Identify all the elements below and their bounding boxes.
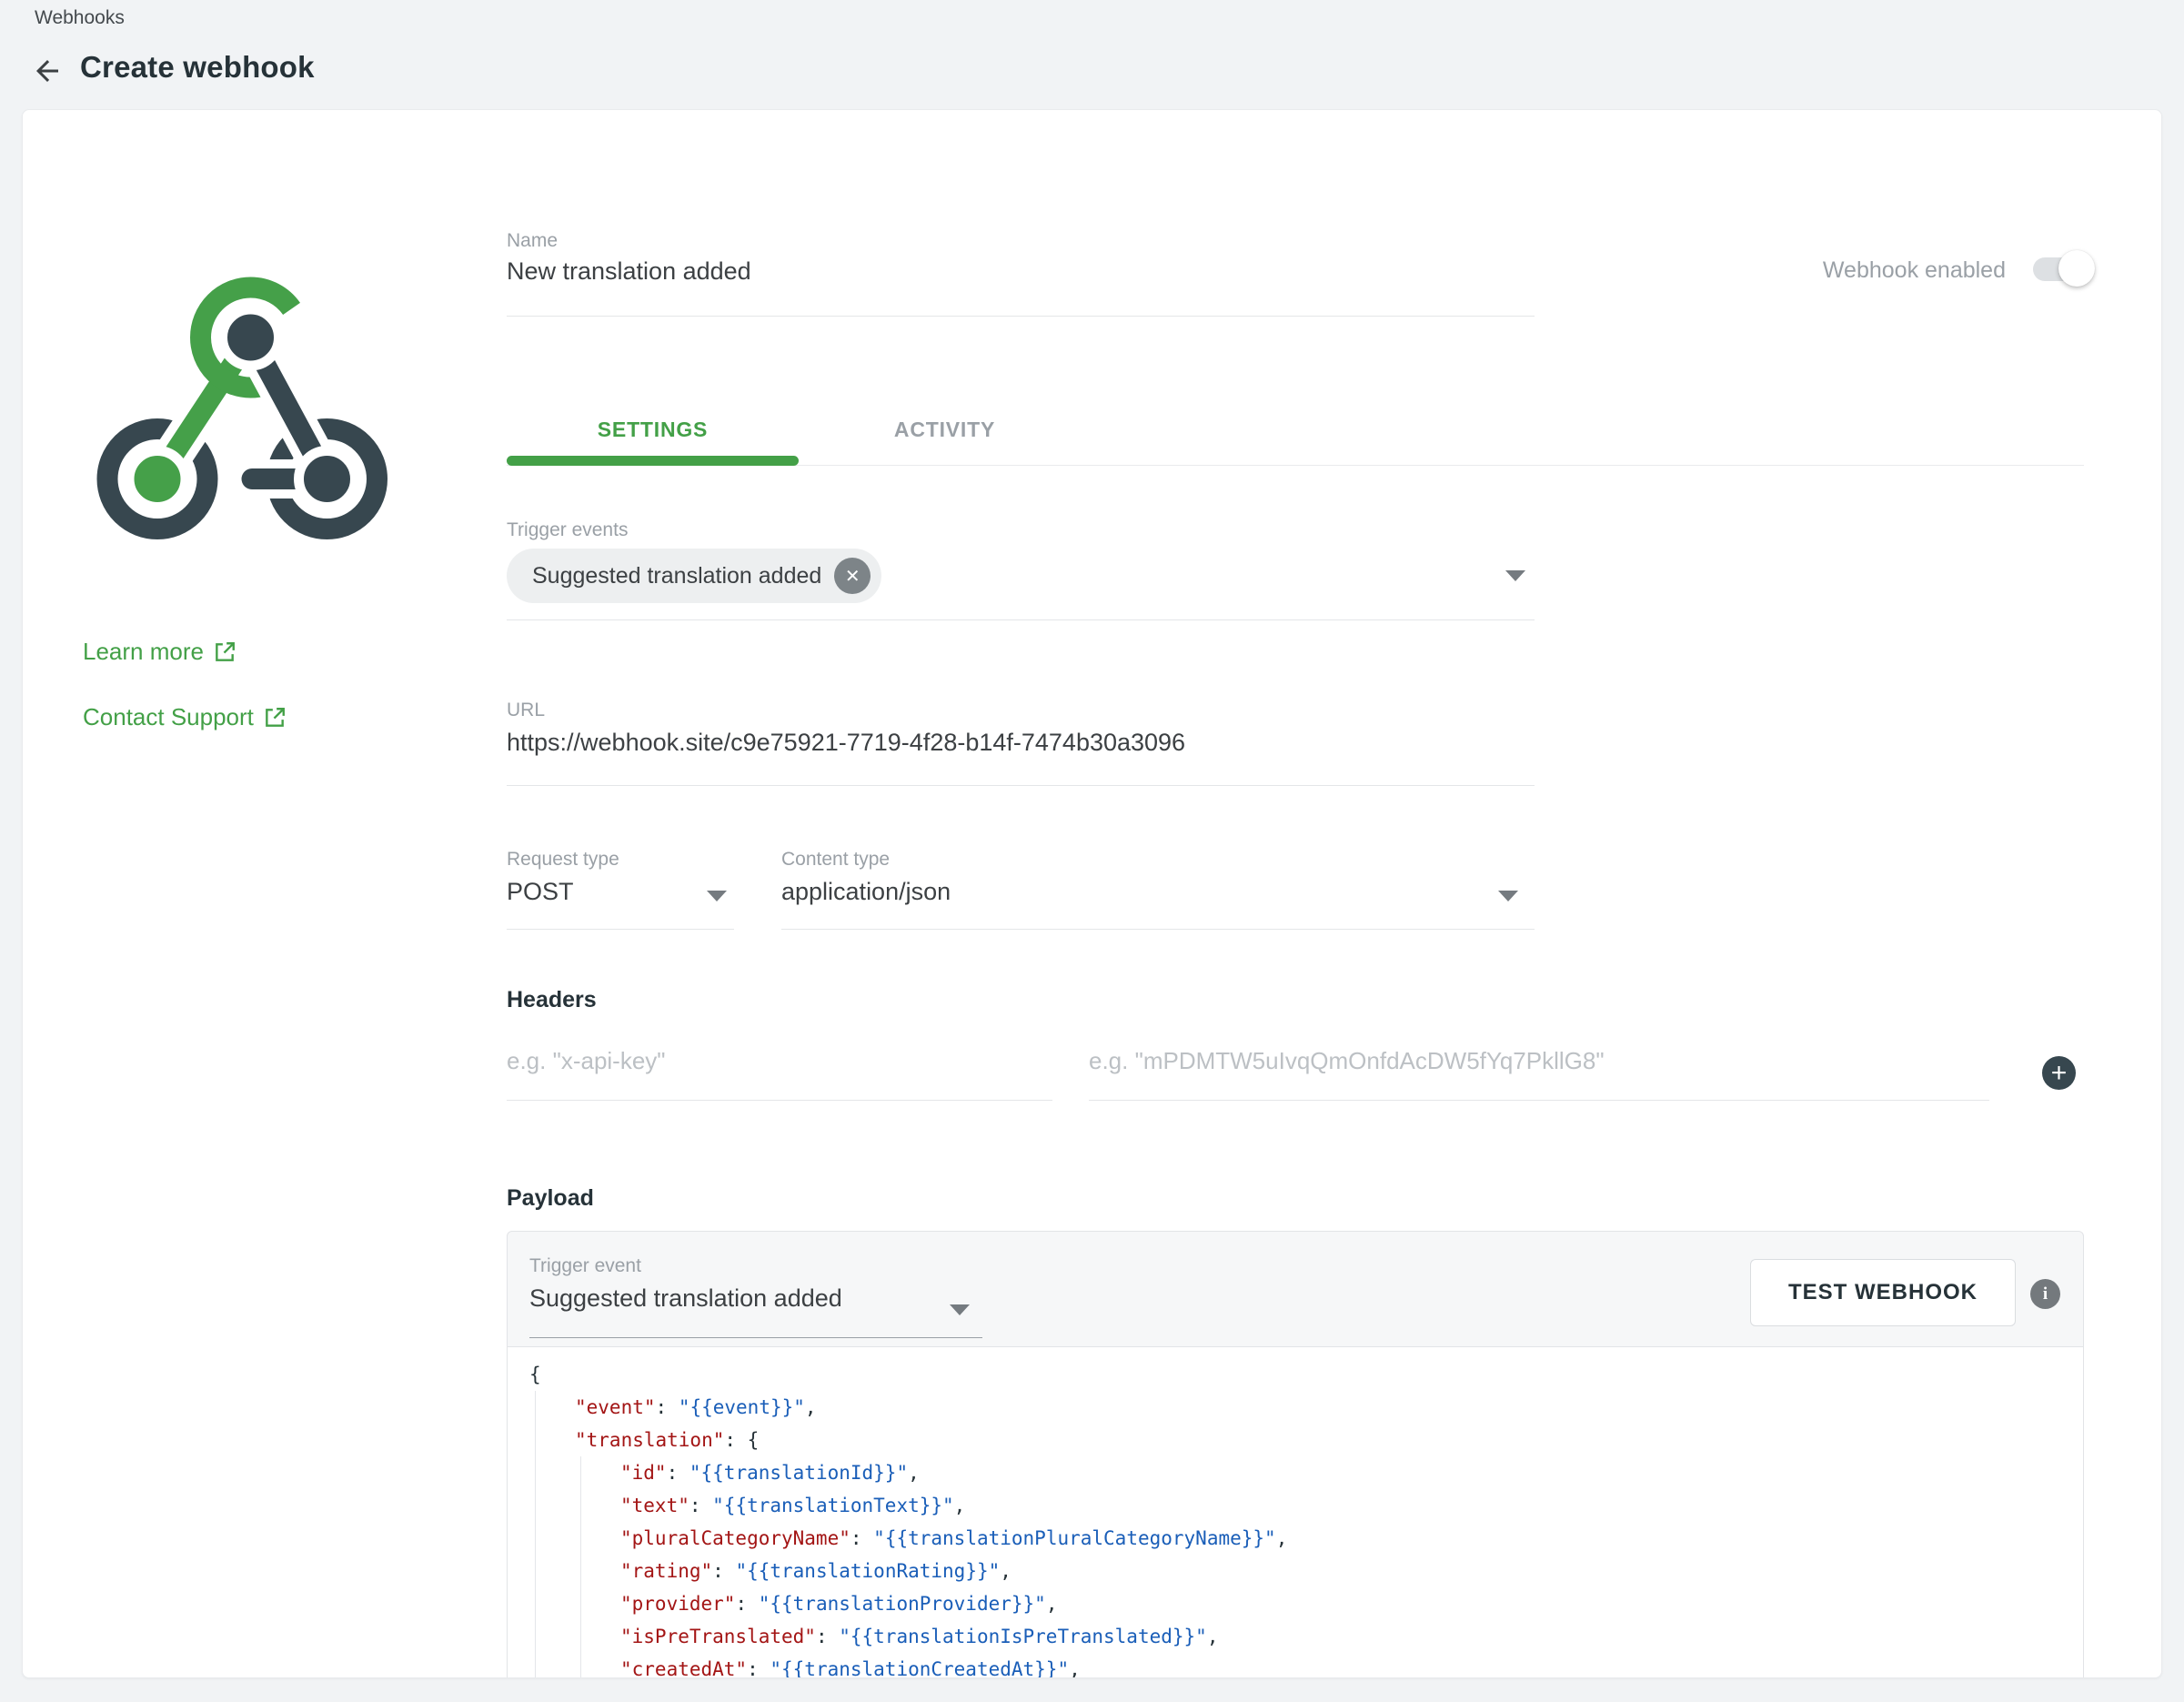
test-webhook-button[interactable]: TEST WEBHOOK <box>1750 1259 2016 1326</box>
payload-trigger-event-select[interactable]: Suggested translation added <box>529 1284 842 1313</box>
webhook-card: Learn more Contact Support Name Webhook … <box>22 109 2162 1678</box>
webhook-enabled-label: Webhook enabled <box>1751 257 2006 284</box>
content-type-label: Content type <box>781 849 890 871</box>
url-input[interactable] <box>507 729 1535 757</box>
payload-code[interactable]: {"event": "{{event}}","translation": {"i… <box>508 1346 2083 1678</box>
code-line: "pluralCategoryName": "{{translationPlur… <box>529 1522 2061 1555</box>
headers-title: Headers <box>507 987 597 1013</box>
payload-panel: Trigger event Suggested translation adde… <box>507 1231 2084 1678</box>
plus-icon: + <box>2051 1060 2068 1087</box>
chevron-down-icon[interactable] <box>1505 570 1525 581</box>
code-line: "isPreTranslated": "{{translationIsPreTr… <box>529 1620 2061 1653</box>
chevron-down-icon[interactable] <box>707 891 727 901</box>
payload-trigger-event-label: Trigger event <box>529 1255 641 1277</box>
chip-remove-icon[interactable]: ✕ <box>834 558 871 594</box>
code-line: "event": "{{event}}", <box>529 1391 2061 1424</box>
url-underline <box>507 785 1535 786</box>
trigger-events-label: Trigger events <box>507 519 628 541</box>
back-button[interactable] <box>27 53 67 93</box>
code-line: "translation": { <box>529 1424 2061 1456</box>
chevron-down-icon[interactable] <box>950 1304 970 1315</box>
name-input[interactable] <box>507 257 1535 286</box>
external-link-icon <box>213 640 237 664</box>
name-underline <box>507 316 1535 317</box>
info-icon[interactable]: i <box>2030 1279 2060 1309</box>
chevron-down-icon[interactable] <box>1498 891 1518 901</box>
external-link-icon <box>263 706 287 730</box>
add-header-button[interactable]: + <box>2042 1056 2076 1090</box>
breadcrumb[interactable]: Webhooks <box>35 7 125 29</box>
active-tab-indicator <box>507 456 799 466</box>
header-key-underline <box>507 1100 1052 1101</box>
contact-support-link[interactable]: Contact Support <box>83 703 287 731</box>
payload-title: Payload <box>507 1185 594 1212</box>
indent-guide <box>580 1456 581 1678</box>
learn-more-link[interactable]: Learn more <box>83 638 237 666</box>
create-webhook-page: Webhooks Create webhook <box>0 0 2184 1702</box>
content-type-underline <box>781 929 1535 930</box>
header-value-underline <box>1089 1100 1989 1101</box>
header-value-input[interactable] <box>1089 1047 1962 1075</box>
code-line: "provider": "{{translationProvider}}", <box>529 1587 2061 1620</box>
payload-trigger-underline <box>529 1337 982 1338</box>
chip-label: Suggested translation added <box>532 563 821 589</box>
learn-more-label: Learn more <box>83 638 204 666</box>
tab-activity[interactable]: ACTIVITY <box>799 403 1091 456</box>
url-label: URL <box>507 700 545 721</box>
code-line: "createdAt": "{{translationCreatedAt}}", <box>529 1653 2061 1678</box>
request-type-underline <box>507 929 734 930</box>
request-type-label: Request type <box>507 849 619 871</box>
trigger-events-underline <box>507 619 1535 620</box>
contact-support-label: Contact Support <box>83 703 254 731</box>
webhook-logo <box>85 228 448 592</box>
page-title: Create webhook <box>80 50 315 85</box>
header-key-input[interactable] <box>507 1047 1034 1075</box>
indent-guide <box>535 1391 536 1678</box>
webhook-enabled-toggle[interactable] <box>2033 248 2095 288</box>
content-type-select[interactable]: application/json <box>781 878 951 906</box>
code-line: "rating": "{{translationRating}}", <box>529 1555 2061 1587</box>
request-type-select[interactable]: POST <box>507 878 574 906</box>
code-line: { <box>529 1358 2061 1391</box>
arrow-left-icon <box>31 55 64 92</box>
toggle-thumb <box>2058 250 2095 287</box>
code-line: "text": "{{translationText}}", <box>529 1489 2061 1522</box>
name-label: Name <box>507 230 558 252</box>
tab-settings[interactable]: SETTINGS <box>507 403 799 456</box>
code-line: "id": "{{translationId}}", <box>529 1456 2061 1489</box>
trigger-event-chip[interactable]: Suggested translation added ✕ <box>507 549 881 603</box>
